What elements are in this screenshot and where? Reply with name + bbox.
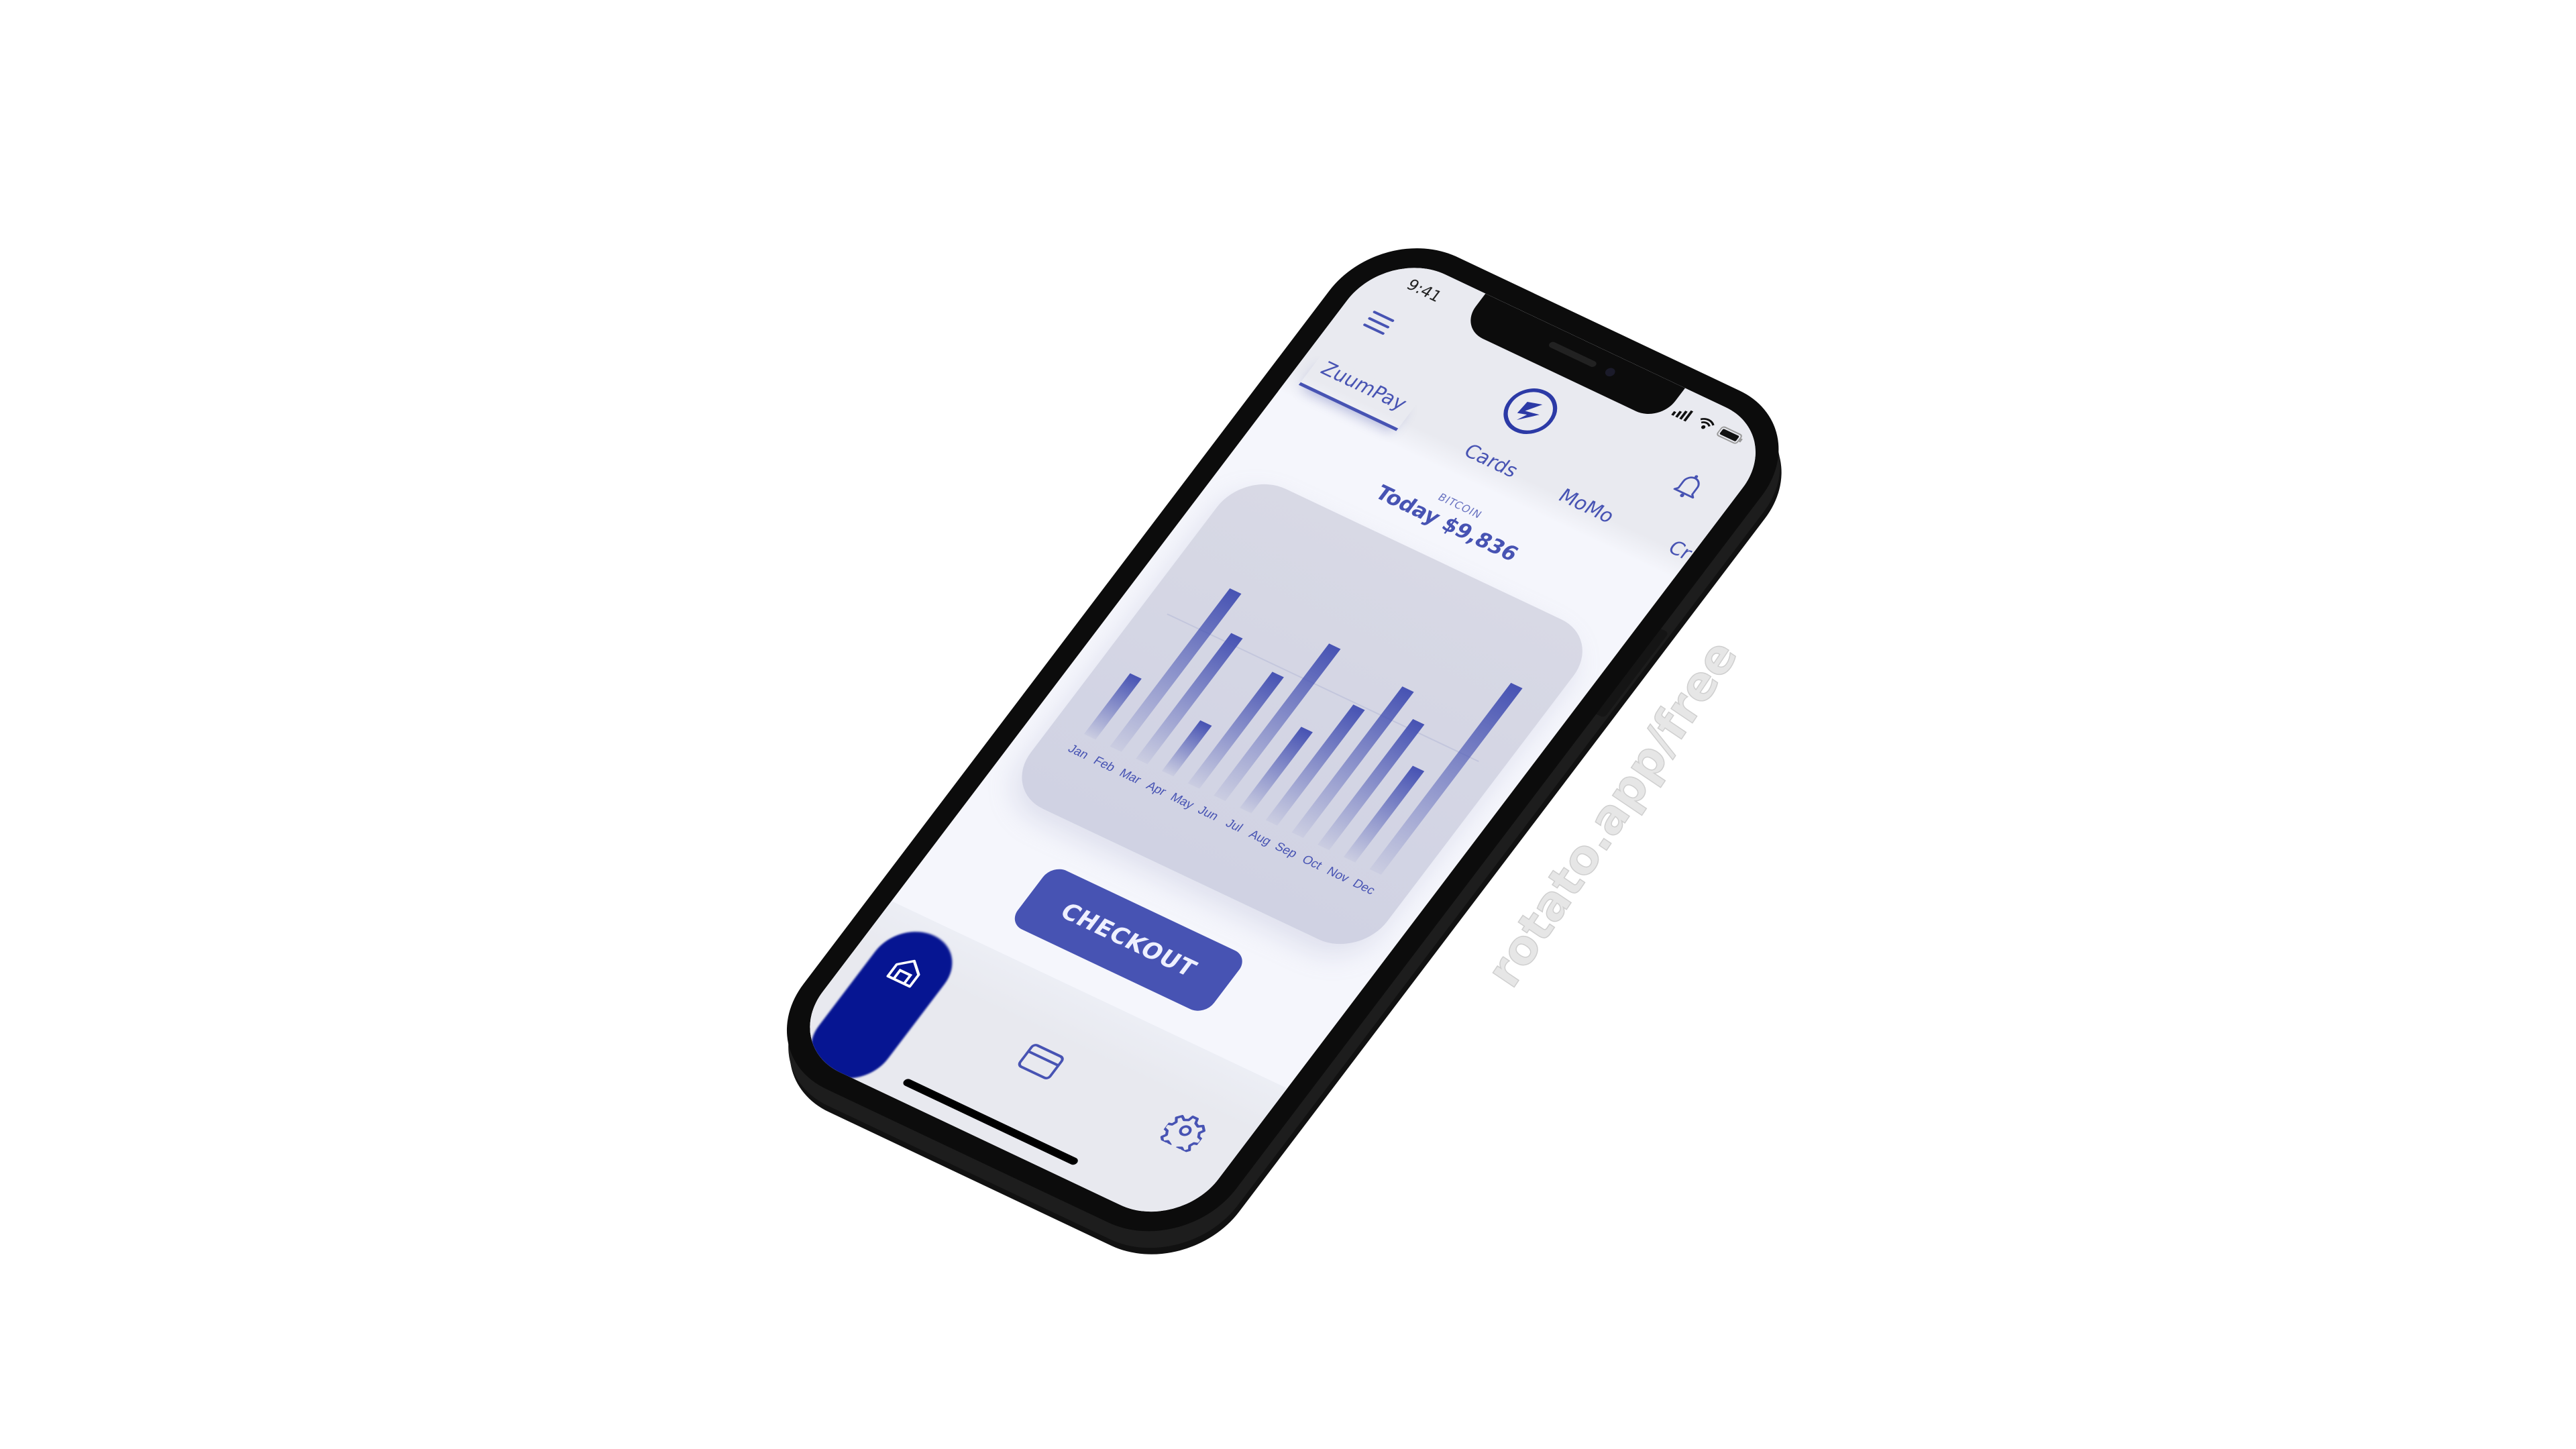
x-tick-label: Feb	[1091, 753, 1118, 773]
x-tick-label: May	[1168, 790, 1197, 811]
notch	[1459, 293, 1685, 423]
tab-zuumpay[interactable]: ZuumPay	[1298, 354, 1419, 431]
nav-home-active[interactable]	[794, 919, 969, 1091]
x-tick-label: Aug	[1246, 827, 1275, 848]
x-tick-label: Sep	[1273, 839, 1301, 860]
home-indicator	[902, 1077, 1080, 1167]
x-tick-label: Apr	[1144, 778, 1169, 798]
tab-cards[interactable]: Cards	[1459, 440, 1523, 482]
status-time: 9:41	[1403, 276, 1446, 306]
speaker	[1547, 341, 1598, 368]
x-tick-label: Nov	[1324, 864, 1353, 885]
status-icons	[1671, 404, 1746, 446]
x-tick-label: Mar	[1117, 766, 1144, 786]
x-tick-label: Jul	[1223, 816, 1246, 834]
gear-icon[interactable]	[1157, 1108, 1214, 1155]
bar-jul	[1240, 727, 1313, 814]
x-tick-label: Jan	[1065, 741, 1091, 761]
tab-momo[interactable]: MoMo	[1554, 485, 1619, 528]
camera	[1603, 366, 1617, 378]
x-tick-label: Dec	[1350, 876, 1379, 897]
x-tick-label: Oct	[1299, 852, 1326, 872]
x-tick-label: Jun	[1195, 803, 1222, 823]
battery-icon	[1717, 426, 1743, 444]
zuumpay-logo[interactable]	[1490, 378, 1570, 445]
credit-card-icon[interactable]	[1014, 1040, 1068, 1083]
bell-icon[interactable]	[1669, 468, 1710, 502]
signal-icon	[1671, 410, 1694, 422]
bar-feb	[1110, 588, 1242, 752]
reference-line	[1167, 613, 1479, 762]
wifi-icon	[1700, 418, 1715, 429]
hamburger-icon[interactable]	[1362, 310, 1395, 335]
tab-crypto[interactable]: Cr	[1663, 537, 1697, 564]
